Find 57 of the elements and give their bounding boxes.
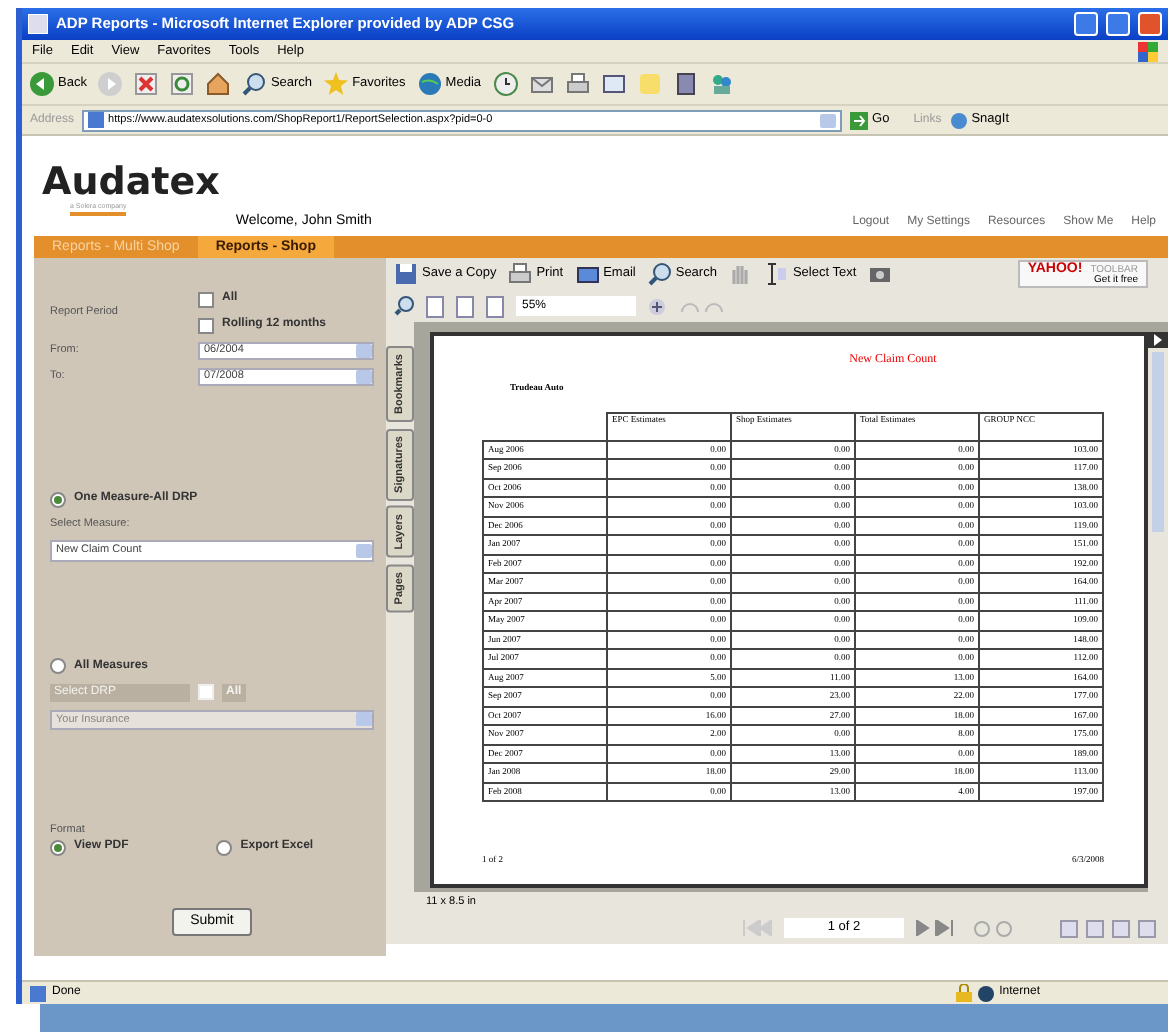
edit-button[interactable] — [601, 72, 626, 96]
print-button[interactable] — [565, 72, 590, 96]
envelope-icon — [529, 72, 554, 96]
single-page-icon — [1060, 919, 1078, 937]
first-page-icon — [740, 920, 772, 936]
zoom-icon — [394, 296, 414, 316]
text-cursor-icon — [764, 262, 789, 286]
refresh-button[interactable] — [170, 72, 195, 96]
capture-icon — [949, 111, 968, 129]
history-icons — [972, 919, 1016, 937]
people-icon — [709, 72, 734, 96]
logo-wordmark: Audatex — [42, 163, 220, 202]
arrow-icon — [850, 111, 869, 129]
document-icon — [601, 72, 626, 96]
printer-icon — [508, 262, 533, 286]
radio-button[interactable] — [50, 491, 66, 507]
stop-icon — [134, 72, 159, 96]
magnifier-icon — [647, 262, 672, 286]
snapshot-button[interactable] — [868, 262, 893, 286]
page-icon — [456, 295, 474, 317]
lock-icon — [955, 984, 972, 1002]
page-icon — [426, 295, 444, 317]
refresh-icon — [170, 72, 195, 96]
radio-button[interactable] — [216, 839, 233, 855]
maximize-button[interactable] — [1106, 12, 1130, 36]
camera-icon — [868, 262, 893, 286]
zoom-in-icon — [648, 297, 666, 315]
printer-icon — [565, 72, 590, 96]
history-button[interactable] — [493, 72, 518, 96]
clock-icon — [493, 72, 518, 96]
magnifier-icon — [242, 72, 267, 96]
continuous-page-icon — [1086, 919, 1104, 937]
facing-page-icon — [1112, 919, 1130, 937]
stop-button[interactable] — [134, 72, 159, 96]
star-icon — [324, 72, 349, 96]
messenger-button[interactable] — [709, 72, 734, 96]
vertical-scrollbar[interactable] — [1148, 332, 1168, 892]
home-icon — [206, 72, 231, 96]
home-button[interactable] — [206, 72, 231, 96]
minimize-button[interactable] — [1074, 12, 1098, 36]
globe-icon — [977, 985, 994, 1001]
continuous-facing-icon — [1138, 919, 1156, 937]
checkbox[interactable] — [198, 317, 214, 333]
checkbox[interactable] — [198, 291, 214, 307]
note-icon — [637, 72, 662, 96]
page-icon — [486, 295, 504, 317]
book-icon — [673, 72, 698, 96]
envelope-icon — [575, 262, 600, 286]
windows-logo-icon — [1138, 41, 1158, 61]
app-icon — [28, 14, 48, 34]
globe-icon — [417, 72, 442, 96]
research-button[interactable] — [673, 72, 698, 96]
mail-button[interactable] — [529, 72, 554, 96]
page-icon — [88, 112, 105, 128]
page-icon — [30, 985, 46, 1001]
close-button[interactable] — [1138, 12, 1162, 36]
radio-button[interactable] — [50, 839, 66, 855]
